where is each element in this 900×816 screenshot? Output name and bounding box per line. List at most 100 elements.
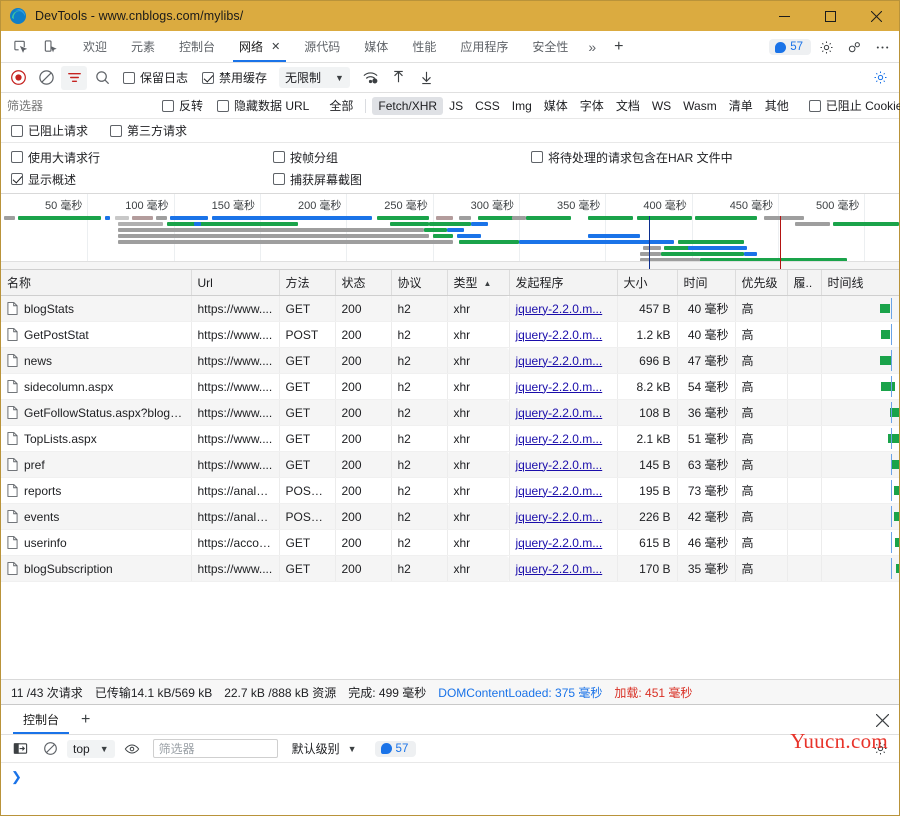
initiator-link[interactable]: jquery-2.2.0.m... bbox=[516, 484, 603, 498]
record-stop-icon[interactable] bbox=[5, 66, 31, 90]
more-tabs-button[interactable]: » bbox=[580, 31, 604, 62]
console-message-badge-drawer[interactable]: 57 bbox=[374, 740, 417, 757]
upload-arrow-icon[interactable] bbox=[386, 66, 412, 90]
tab-5[interactable]: 媒体 bbox=[352, 31, 400, 62]
tab-0[interactable]: 欢迎 bbox=[71, 31, 119, 62]
capture-screenshots-checkbox[interactable]: 捕获屏幕截图 bbox=[273, 171, 531, 188]
third-party-checkbox[interactable]: 第三方请求 bbox=[110, 122, 187, 139]
minimize-button[interactable] bbox=[761, 1, 807, 31]
column-header-time[interactable]: 时间 bbox=[677, 270, 736, 296]
console-level-select[interactable]: 默认级别 ▼ bbox=[292, 740, 357, 757]
type-filter-7[interactable]: 文档 bbox=[610, 95, 646, 116]
type-filter-8[interactable]: WS bbox=[646, 97, 677, 115]
close-button[interactable] bbox=[853, 1, 899, 31]
table-row[interactable]: pref https://www.... GET 200 h2 xhr jquery-2.2… bbox=[1, 451, 899, 478]
column-header-method[interactable]: 方法 bbox=[279, 270, 336, 296]
gear-icon[interactable] bbox=[813, 34, 839, 60]
table-row[interactable]: TopLists.aspx https://www.... GET 200 h2 xhr j… bbox=[1, 425, 899, 452]
disable-cache-checkbox[interactable]: 禁用缓存 bbox=[202, 69, 267, 86]
type-filter-0[interactable]: 全部 bbox=[323, 95, 359, 116]
initiator-link[interactable]: jquery-2.2.0.m... bbox=[516, 510, 603, 524]
tab-8[interactable]: 安全性 bbox=[520, 31, 580, 62]
filter-icon[interactable] bbox=[61, 65, 87, 90]
more-options-icon[interactable] bbox=[869, 34, 895, 60]
eye-icon[interactable] bbox=[119, 737, 145, 761]
tab-console[interactable]: 控制台 bbox=[11, 705, 71, 734]
include-pending-har-checkbox[interactable]: 将待处理的请求包含在HAR 文件中 bbox=[531, 149, 899, 166]
network-filter-input[interactable] bbox=[7, 98, 162, 113]
type-filter-4[interactable]: Img bbox=[506, 97, 538, 115]
type-filter-10[interactable]: 清单 bbox=[723, 95, 759, 116]
column-header-type[interactable]: 类型 ▲ bbox=[447, 270, 510, 296]
column-header-status[interactable]: 状态 bbox=[335, 270, 392, 296]
console-output[interactable]: ❯ bbox=[1, 763, 899, 815]
type-filter-6[interactable]: 字体 bbox=[574, 95, 610, 116]
column-header-name[interactable]: 名称 bbox=[1, 270, 192, 296]
tab-1[interactable]: 元素 bbox=[119, 31, 167, 62]
search-icon[interactable] bbox=[89, 66, 115, 90]
console-sidebar-icon[interactable] bbox=[7, 737, 33, 761]
initiator-link[interactable]: jquery-2.2.0.m... bbox=[516, 328, 603, 342]
tab-4[interactable]: 源代码 bbox=[292, 31, 352, 62]
console-context-select[interactable]: top ▼ bbox=[67, 739, 115, 758]
table-row[interactable]: news https://www.... GET 200 h2 xhr jquery-2.2… bbox=[1, 347, 899, 374]
inspect-element-icon[interactable] bbox=[6, 31, 34, 62]
maximize-button[interactable] bbox=[807, 1, 853, 31]
blocked-requests-checkbox[interactable]: 已阻止请求 bbox=[11, 122, 88, 139]
clear-network-icon[interactable] bbox=[33, 66, 59, 90]
hide-data-urls-checkbox[interactable]: 隐藏数据 URL bbox=[217, 97, 309, 114]
column-header-size[interactable]: 大小 bbox=[617, 270, 678, 296]
blocked-cookies-checkbox[interactable]: 已阻止 Cookie bbox=[808, 97, 900, 114]
add-drawer-tab-button[interactable]: + bbox=[71, 705, 100, 734]
column-header-waterfall[interactable]: 时间线 bbox=[821, 270, 899, 296]
type-filter-9[interactable]: Wasm bbox=[677, 97, 723, 115]
preserve-log-checkbox[interactable]: 保留日志 bbox=[123, 69, 188, 86]
table-row[interactable]: userinfo https://accou... GET 200 h2 xhr jquer… bbox=[1, 529, 899, 556]
initiator-link[interactable]: jquery-2.2.0.m... bbox=[516, 536, 603, 550]
column-header-initiator[interactable]: 发起程序 bbox=[509, 270, 618, 296]
type-filter-2[interactable]: JS bbox=[443, 97, 469, 115]
throttle-select[interactable]: 无限制 ▼ bbox=[279, 67, 350, 88]
console-filter-input[interactable]: 筛选器 bbox=[152, 739, 278, 758]
gear-icon[interactable] bbox=[867, 65, 893, 91]
table-row[interactable]: sidecolumn.aspx https://www.... GET 200 h2 xh… bbox=[1, 373, 899, 400]
add-panel-button[interactable]: + bbox=[604, 31, 633, 62]
console-message-badge[interactable]: 57 bbox=[769, 39, 811, 55]
big-rows-checkbox[interactable]: 使用大请求行 bbox=[11, 149, 273, 166]
table-row[interactable]: blogSubscription https://www.... GET 200 h2 x… bbox=[1, 555, 899, 582]
show-overview-checkbox[interactable]: 显示概述 bbox=[11, 171, 273, 188]
column-header-url[interactable]: Url bbox=[191, 270, 280, 296]
tab-6[interactable]: 性能 bbox=[400, 31, 448, 62]
column-header-protocol[interactable]: 协议 bbox=[391, 270, 448, 296]
type-filter-3[interactable]: CSS bbox=[469, 97, 506, 115]
type-filter-5[interactable]: 媒体 bbox=[538, 95, 574, 116]
tab-2[interactable]: 控制台 bbox=[167, 31, 227, 62]
customize-devtools-icon[interactable] bbox=[841, 34, 867, 60]
wifi-settings-icon[interactable] bbox=[358, 66, 384, 90]
device-toolbar-icon[interactable] bbox=[36, 31, 64, 62]
type-filter-11[interactable]: 其他 bbox=[759, 95, 795, 116]
initiator-link[interactable]: jquery-2.2.0.m... bbox=[516, 302, 603, 316]
initiator-link[interactable]: jquery-2.2.0.m... bbox=[516, 458, 603, 472]
initiator-link[interactable]: jquery-2.2.0.m... bbox=[516, 380, 603, 394]
table-row[interactable]: events https://analyt... POST ... 200 h2 xhr j… bbox=[1, 503, 899, 530]
type-filter-1[interactable]: Fetch/XHR bbox=[372, 96, 444, 115]
initiator-link[interactable]: jquery-2.2.0.m... bbox=[516, 354, 603, 368]
download-arrow-icon[interactable] bbox=[414, 66, 440, 90]
tab-7[interactable]: 应用程序 bbox=[448, 31, 520, 62]
initiator-link[interactable]: jquery-2.2.0.m... bbox=[516, 562, 603, 576]
clear-console-icon[interactable] bbox=[37, 737, 63, 761]
table-row[interactable]: blogStats https://www.... GET 200 h2 xhr jquer… bbox=[1, 295, 899, 322]
tab-3[interactable]: 网络 ✕ bbox=[227, 31, 292, 62]
table-row[interactable]: reports https://analyt... POST ... 200 h2 xhr… bbox=[1, 477, 899, 504]
table-row[interactable]: GetFollowStatus.aspx?blogU... https://www… bbox=[1, 399, 899, 426]
initiator-link[interactable]: jquery-2.2.0.m... bbox=[516, 406, 603, 420]
column-header-priority[interactable]: 优先级 bbox=[735, 270, 788, 296]
overview-scroll-strip[interactable] bbox=[1, 261, 899, 269]
column-header-cascade[interactable]: 履.. bbox=[787, 270, 822, 296]
initiator-link[interactable]: jquery-2.2.0.m... bbox=[516, 432, 603, 446]
invert-checkbox[interactable]: 反转 bbox=[162, 97, 203, 114]
group-by-frame-checkbox[interactable]: 按帧分组 bbox=[273, 149, 531, 166]
close-tab-icon[interactable]: ✕ bbox=[271, 40, 280, 53]
table-row[interactable]: GetPostStat https://www.... POST 200 h2 xhr jq… bbox=[1, 321, 899, 348]
